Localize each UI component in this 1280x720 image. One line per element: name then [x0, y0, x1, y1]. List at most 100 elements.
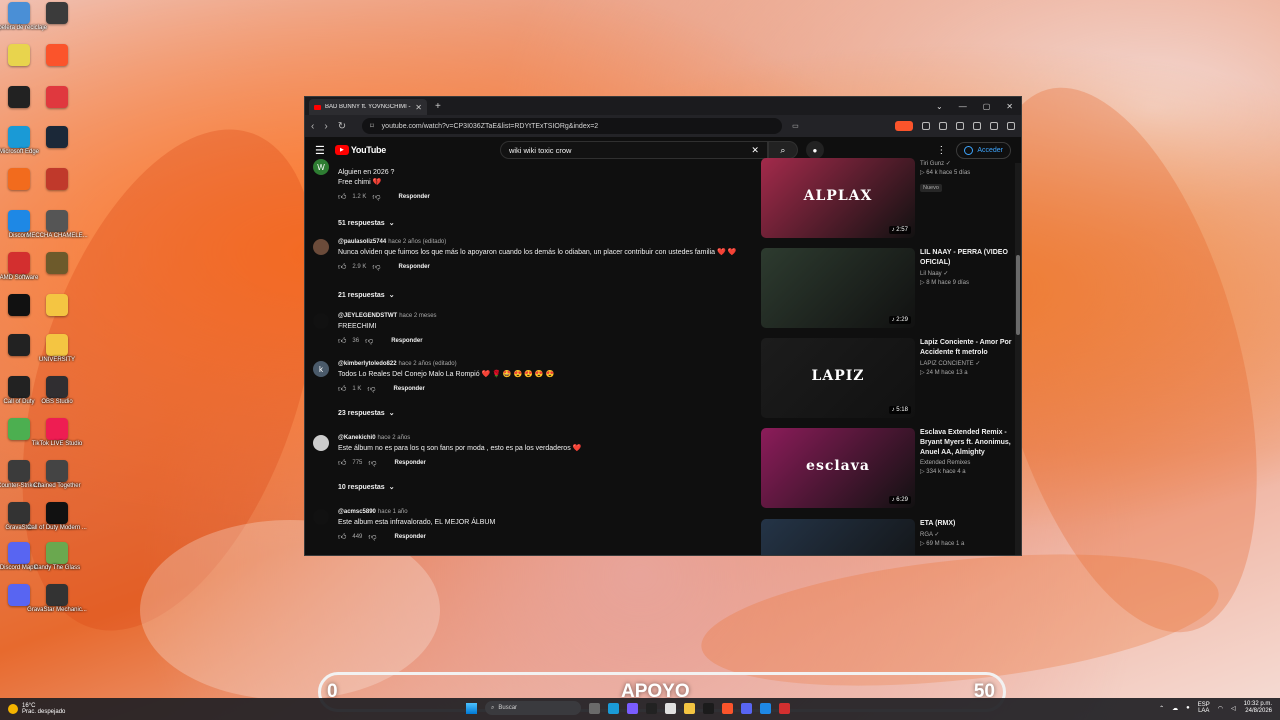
app-icon[interactable]	[760, 702, 771, 714]
desktop-shortcut[interactable]: Microsoft Edge	[0, 126, 39, 156]
desktop-shortcut[interactable]	[0, 334, 38, 357]
volume-icon[interactable]: ◁	[1231, 705, 1236, 712]
channel-name[interactable]: Extended Remixes	[920, 460, 1016, 466]
avatar[interactable]	[313, 509, 329, 525]
url-field[interactable]: ⌑ youtube.com/watch?v=CP3I036ZTaE&list=R…	[362, 118, 783, 134]
desktop-shortcut[interactable]: UNIVERSITY	[38, 334, 76, 364]
scrollbar-thumb[interactable]	[1016, 255, 1020, 335]
wallet-icon[interactable]	[956, 122, 964, 130]
replies-toggle[interactable]: 10 respuestas ⌄	[338, 483, 395, 491]
tab-list-icon[interactable]: ⌄	[936, 102, 943, 111]
vpn-icon[interactable]	[990, 122, 998, 130]
like-icon[interactable]: 👍︎	[338, 336, 346, 346]
replies-toggle[interactable]: 51 respuestas ⌄	[338, 219, 395, 227]
sidebar-icon[interactable]	[939, 122, 947, 130]
avatar[interactable]	[313, 313, 329, 329]
desktop-shortcut[interactable]	[38, 86, 76, 109]
desktop-shortcut[interactable]: MECCHA CHAMELE...	[26, 210, 88, 240]
voice-search-button[interactable]: ●	[805, 141, 824, 159]
desktop-shortcut[interactable]	[38, 168, 76, 191]
hamburger-menu-icon[interactable]: ☰	[315, 144, 325, 157]
cast-icon[interactable]: ▭	[792, 122, 799, 130]
comment-time[interactable]: hace 2 años	[378, 435, 411, 441]
related-video[interactable]: ALPLAX ♪ 2:57 Tiri Gunz ✓ ▷ 64 k hace 5 día…	[761, 158, 1016, 238]
comment-time[interactable]: hace 2 meses	[399, 313, 436, 319]
new-tab-button[interactable]: +	[435, 101, 441, 112]
desktop-shortcut[interactable]: GravaStar Mechanic...	[27, 584, 87, 614]
language-indicator[interactable]: ESP LAA	[1198, 702, 1210, 714]
desktop-shortcut[interactable]: Call of Duty	[0, 376, 38, 406]
replies-toggle[interactable]: 23 respuestas ⌄	[338, 409, 395, 417]
desktop-shortcut[interactable]	[38, 2, 76, 25]
desktop-shortcut[interactable]: Call of Duty Modern ...	[27, 502, 87, 532]
dislike-icon[interactable]: 👎︎	[367, 384, 375, 394]
more-options-icon[interactable]: ⋮	[936, 145, 946, 156]
avatar[interactable]	[313, 239, 329, 255]
search-button[interactable]: ⌕	[767, 141, 798, 159]
comment-author[interactable]: @paulasoliz5744	[338, 239, 386, 245]
bookmark-icon[interactable]: ⌑	[370, 122, 374, 130]
desktop-shortcut[interactable]	[38, 252, 76, 275]
search-input[interactable]: wiki wiki toxic crow ✕	[499, 141, 768, 159]
desktop-shortcut[interactable]	[0, 168, 38, 191]
reply-button[interactable]: Responder	[395, 460, 426, 466]
avatar[interactable]: k	[313, 361, 329, 377]
related-video[interactable]: ETA (RMX) RGA ✓ ▷ 69 M hace 1 a	[761, 519, 1016, 555]
comment-author[interactable]: @JEYLEGENDSTWT	[338, 313, 397, 319]
file-explorer-icon[interactable]	[684, 702, 695, 714]
like-icon[interactable]: 👍︎	[338, 458, 346, 468]
channel-name[interactable]: LAPIZ CONCIENTE ✓	[920, 360, 1016, 367]
reply-button[interactable]: Responder	[395, 534, 426, 540]
store-icon[interactable]	[665, 702, 676, 714]
desktop-shortcut[interactable]: AMD Software	[0, 252, 38, 282]
desktop-shortcut[interactable]: TikTok LIVE Studio	[32, 418, 82, 448]
like-icon[interactable]: 👍︎	[338, 192, 346, 202]
desktop-shortcut[interactable]	[0, 86, 38, 109]
clear-search-icon[interactable]: ✕	[751, 145, 759, 156]
desktop-shortcut[interactable]	[0, 418, 38, 441]
channel-name[interactable]: Lil Naay ✓	[920, 270, 1016, 277]
video-thumbnail[interactable]: esclava ♪ 6:29	[761, 428, 915, 508]
sign-in-button[interactable]: Acceder	[956, 141, 1011, 159]
reply-button[interactable]: Responder	[391, 338, 422, 344]
like-icon[interactable]: 👍︎	[338, 262, 346, 272]
clock[interactable]: 10:32 p.m. 24/8/2026	[1244, 701, 1272, 715]
desktop-shortcut[interactable]	[38, 294, 76, 317]
video-thumbnail[interactable]: LAPIZ ♪ 5:18	[761, 338, 915, 418]
desktop-shortcut[interactable]: Chained Together	[33, 460, 81, 490]
desktop-shortcut[interactable]: Papelera de reciclaje	[0, 2, 47, 32]
copilot-icon[interactable]	[627, 702, 638, 714]
forward-icon[interactable]: ›	[324, 121, 327, 132]
replies-toggle[interactable]: 21 respuestas ⌄	[338, 291, 395, 299]
desktop-shortcut[interactable]: OBS Studio	[38, 376, 76, 406]
close-tab-icon[interactable]: ✕	[415, 103, 422, 112]
video-title[interactable]: ETA (RMX)	[920, 519, 1016, 529]
video-title[interactable]: Esclava Extended Remix - Bryant Myers ft…	[920, 428, 1016, 458]
microphone-icon[interactable]: ●	[1186, 705, 1190, 711]
desktop-shortcut[interactable]: Discord Maple	[0, 542, 38, 572]
app-icon[interactable]	[646, 702, 657, 714]
edge-icon[interactable]	[608, 702, 619, 714]
dislike-icon[interactable]: 👎︎	[365, 336, 373, 346]
video-thumbnail[interactable]: ♪ 2:29	[761, 248, 915, 328]
brave-icon[interactable]	[722, 702, 733, 714]
reply-button[interactable]: Responder	[394, 386, 425, 392]
extensions-icon[interactable]	[973, 122, 981, 130]
avatar[interactable]	[313, 435, 329, 451]
video-thumbnail[interactable]: ALPLAX ♪ 2:57	[761, 158, 915, 238]
music-icon[interactable]	[922, 122, 930, 130]
app-icon[interactable]	[779, 702, 790, 714]
reply-button[interactable]: Responder	[399, 194, 430, 200]
discord-icon[interactable]	[741, 702, 752, 714]
chevron-up-icon[interactable]: ⌃	[1159, 705, 1164, 712]
desktop-shortcut[interactable]	[38, 44, 76, 67]
taskbar-search[interactable]: ⌕ Buscar	[485, 701, 581, 715]
task-view-icon[interactable]	[589, 702, 600, 714]
tab-youtube[interactable]: BAD BUNNY ft. YOVNGCHIMI - ... ✕	[309, 99, 427, 115]
comment-author[interactable]: @Kanekichi0	[338, 435, 376, 441]
related-video[interactable]: LAPIZ ♪ 5:18 Lapiz Conciente - Amor Por Ac…	[761, 338, 1016, 418]
like-icon[interactable]: 👍︎	[338, 384, 346, 394]
desktop-shortcut[interactable]	[0, 584, 38, 607]
wifi-icon[interactable]: ◠	[1218, 705, 1223, 712]
comment-time[interactable]: hace 2 años (editado)	[399, 361, 457, 367]
